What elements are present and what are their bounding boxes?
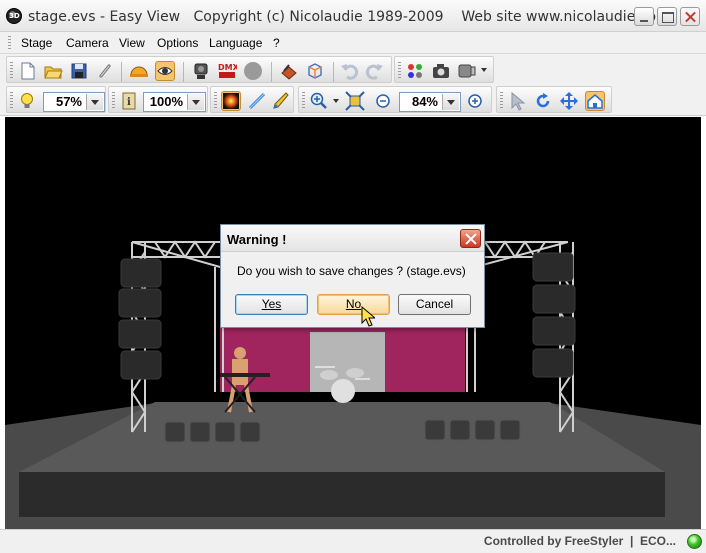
menu-camera[interactable]: Camera	[66, 36, 109, 50]
camera-zoom-select[interactable]: 84%	[399, 92, 461, 112]
minimize-button[interactable]	[634, 7, 654, 26]
menu-grip[interactable]	[8, 36, 11, 50]
cursor-icon[interactable]	[507, 91, 527, 111]
toolbar-band-file: DMX	[6, 56, 392, 83]
paint-icon[interactable]	[247, 91, 267, 111]
dialog-title: Warning !	[227, 232, 287, 247]
menu-view[interactable]: View	[119, 36, 145, 50]
toolbar-separator	[121, 62, 122, 82]
svg-text:i: i	[127, 97, 131, 108]
toolbar-separator	[333, 62, 334, 82]
eye-icon[interactable]	[155, 61, 175, 81]
new-file-icon[interactable]	[17, 61, 37, 81]
bulb-icon[interactable]	[17, 91, 37, 111]
no-label: No	[345, 297, 362, 311]
toolbar-band-color	[210, 86, 294, 113]
menu-options[interactable]: Options	[157, 36, 198, 50]
mouse-cursor-icon	[361, 306, 375, 327]
toolbar-grip[interactable]	[302, 92, 305, 110]
redo-icon[interactable]	[365, 61, 385, 81]
fit-icon[interactable]	[345, 91, 365, 111]
save-icon[interactable]	[69, 61, 89, 81]
zoom-in-icon[interactable]	[309, 91, 329, 111]
link-icon[interactable]	[95, 61, 115, 81]
dmx-icon[interactable]: DMX	[217, 61, 240, 81]
gradient-icon[interactable]	[221, 91, 241, 111]
settings-icon[interactable]	[457, 61, 477, 81]
dialog-message: Do you wish to save changes ? (stage.evs…	[237, 264, 466, 278]
object-zoom-select[interactable]: 100%	[143, 92, 206, 112]
chevron-down-icon[interactable]	[187, 94, 204, 110]
svg-text:DMX: DMX	[218, 63, 237, 72]
toolbar-band-render	[394, 56, 494, 83]
menu-help[interactable]: ?	[273, 36, 280, 50]
warning-dialog: Warning ! Do you wish to save changes ? …	[220, 224, 485, 328]
menu-language[interactable]: Language	[209, 36, 262, 50]
speaker-stack-left	[118, 258, 162, 380]
chevron-down-icon[interactable]	[86, 94, 103, 110]
app-icon[interactable]	[6, 8, 22, 24]
record-icon[interactable]	[243, 61, 263, 81]
dialog-close-button[interactable]	[460, 229, 481, 248]
toolbar-band-object: i 100%	[108, 86, 208, 113]
camera-icon[interactable]	[191, 61, 211, 81]
pencil-tool-icon[interactable]	[279, 61, 299, 81]
toolbar-separator	[271, 62, 272, 82]
chevron-down-icon[interactable]	[442, 94, 459, 110]
home-icon[interactable]	[585, 91, 605, 111]
snapshot-icon[interactable]	[431, 61, 451, 81]
dialog-title-bar: Warning !	[221, 225, 484, 252]
main-toolbar: DMX	[0, 54, 706, 84]
rotate-icon[interactable]	[533, 91, 553, 111]
toolbar-separator	[183, 62, 184, 82]
toolbar-grip[interactable]	[112, 92, 115, 110]
menu-bar: Stage Camera View Options Language ?	[0, 32, 706, 54]
stage-front	[19, 472, 665, 517]
helmet-icon[interactable]	[129, 61, 149, 81]
cube-icon[interactable]	[305, 61, 325, 81]
maximize-button[interactable]	[657, 7, 677, 26]
title-bar: stage.evs - Easy View Copyright (c) Nico…	[0, 0, 706, 32]
status-bar: Controlled by FreeStyler | ECO...	[0, 529, 706, 553]
toolbar-band-light: 57%	[6, 86, 106, 113]
open-folder-icon[interactable]	[43, 61, 63, 81]
toolbar-grip[interactable]	[500, 92, 503, 110]
object-zoom-value: 100%	[149, 94, 183, 109]
zoom-plus-icon[interactable]	[465, 91, 485, 111]
toolbar-grip[interactable]	[10, 92, 13, 110]
move-icon[interactable]	[559, 91, 579, 111]
yes-label: Yes	[261, 297, 282, 311]
no-button[interactable]: No	[317, 294, 390, 315]
speaker-stack-right	[532, 252, 576, 378]
toolbar-grip[interactable]	[214, 92, 217, 110]
camera-zoom-value: 84%	[411, 94, 438, 109]
chevron-down-icon[interactable]	[481, 68, 487, 72]
status-text: Controlled by FreeStyler | ECO...	[483, 534, 676, 548]
cancel-label: Cancel	[415, 297, 454, 311]
status-led-icon	[687, 534, 702, 549]
chevron-down-icon[interactable]	[333, 99, 339, 103]
view-toolbar: 57% i 100% 84%	[0, 84, 706, 116]
toolbar-band-zoom: 84%	[298, 86, 492, 113]
undo-icon[interactable]	[339, 61, 359, 81]
palette-icon[interactable]	[405, 61, 425, 81]
light-zoom-value: 57%	[55, 94, 82, 109]
yes-button[interactable]: Yes	[235, 294, 308, 315]
window-title: stage.evs - Easy View Copyright (c) Nico…	[28, 9, 670, 25]
cancel-button[interactable]: Cancel	[398, 294, 471, 315]
zoom-minus-icon[interactable]	[373, 91, 393, 111]
light-zoom-select[interactable]: 57%	[43, 92, 105, 112]
brush-icon[interactable]	[271, 91, 291, 111]
close-button[interactable]	[680, 7, 700, 26]
menu-stage[interactable]: Stage	[21, 36, 52, 50]
info-icon[interactable]: i	[119, 91, 139, 111]
toolbar-band-navigate	[496, 86, 612, 113]
toolbar-grip[interactable]	[398, 62, 401, 80]
toolbar-grip[interactable]	[10, 62, 13, 80]
